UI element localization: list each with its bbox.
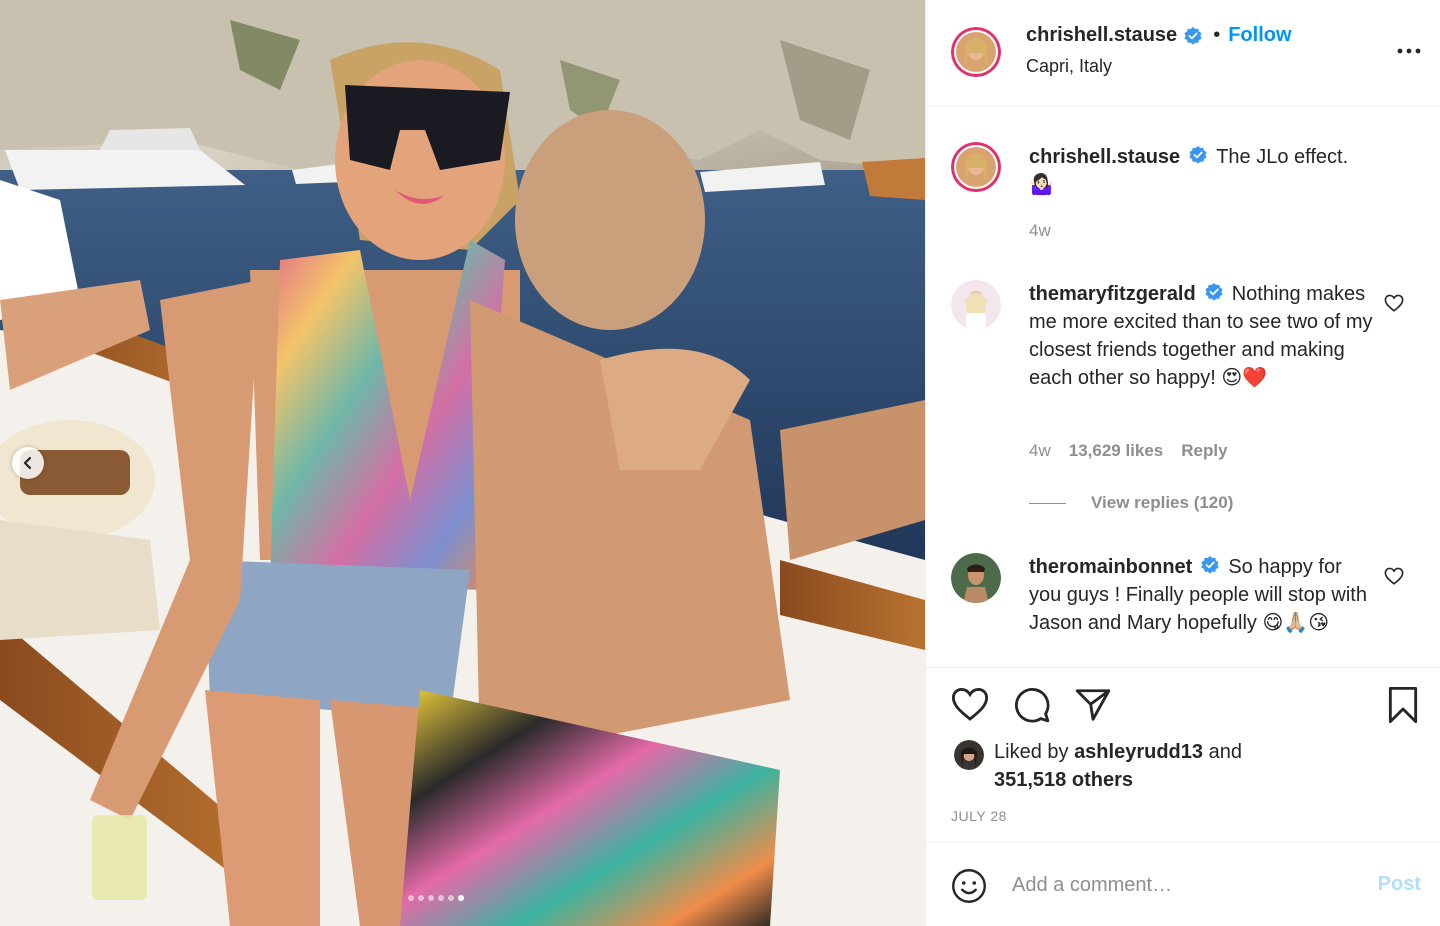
- caption-text: The JLo effect.: [1216, 146, 1349, 168]
- post-header: chrishell.stause • Follow Capri, Italy: [926, 0, 1440, 107]
- share-button[interactable]: [1074, 686, 1112, 729]
- comment-1-likes[interactable]: 13,629 likes: [1069, 441, 1164, 461]
- comment-1-reply-button[interactable]: Reply: [1181, 441, 1227, 461]
- author-avatar[interactable]: [951, 27, 1001, 77]
- comment-1-meta: 4w 13,629 likes Reply: [1029, 441, 1228, 461]
- liked-by: Liked by ashleyrudd13 and 351,518 others: [994, 738, 1242, 794]
- comment-2: theromainbonnet So happy for you guys ! F…: [1029, 553, 1374, 637]
- liked-by-avatar[interactable]: [954, 740, 984, 770]
- comment-2-username[interactable]: theromainbonnet: [1029, 556, 1192, 578]
- separator-dot: •: [1213, 24, 1221, 46]
- comment-button[interactable]: [1013, 686, 1051, 729]
- carousel-indicator: [408, 895, 464, 901]
- comments-list[interactable]: chrishell.stause The JLo effect. 🤷🏻‍♀️ 4w…: [926, 108, 1440, 667]
- verified-badge-icon: [1189, 146, 1207, 164]
- like-button[interactable]: [951, 686, 989, 727]
- caption-time[interactable]: 4w: [1029, 221, 1051, 241]
- comment-1-time[interactable]: 4w: [1029, 441, 1051, 461]
- carousel-dot: [428, 895, 434, 901]
- caption-emoji: 🤷🏻‍♀️: [1029, 174, 1054, 196]
- commenter-avatar[interactable]: [951, 553, 1001, 603]
- verified-badge-icon: [1205, 283, 1223, 301]
- chevron-left-icon: [23, 456, 32, 470]
- more-options-button[interactable]: [1397, 42, 1421, 60]
- carousel-dot: [438, 895, 444, 901]
- heart-icon: [951, 688, 989, 721]
- author-username[interactable]: chrishell.stause: [1026, 24, 1177, 47]
- carousel-prev-button[interactable]: [12, 447, 44, 479]
- post-actions: Liked by ashleyrudd13 and 351,518 others…: [926, 667, 1440, 842]
- post-comment-button[interactable]: Post: [1378, 873, 1421, 896]
- comment-bubble-icon: [1015, 688, 1050, 723]
- carousel-dot: [448, 895, 454, 901]
- carousel-dot: [458, 895, 464, 901]
- view-replies-button[interactable]: View replies (120): [1029, 493, 1233, 513]
- post-sidebar: chrishell.stause • Follow Capri, Italy c…: [925, 0, 1440, 926]
- post-location[interactable]: Capri, Italy: [1026, 56, 1112, 77]
- bookmark-icon: [1388, 686, 1418, 724]
- comment-1-like-button[interactable]: [1384, 294, 1404, 317]
- view-replies-label: View replies (120): [1091, 493, 1234, 512]
- paper-plane-icon: [1075, 689, 1111, 721]
- verified-badge-icon: [1201, 556, 1219, 574]
- liked-by-prefix: Liked by: [994, 741, 1069, 763]
- smiley-icon: [952, 869, 986, 903]
- caption-meta: 4w: [1029, 221, 1051, 241]
- verified-badge-icon: [1184, 26, 1202, 45]
- follow-button[interactable]: Follow: [1228, 24, 1291, 47]
- add-comment-form: Post: [926, 842, 1440, 926]
- liked-by-conjunction: and: [1208, 741, 1242, 763]
- caption-avatar[interactable]: [951, 142, 1001, 192]
- carousel-dot: [408, 895, 414, 901]
- comment-1: themaryfitzgerald Nothing makes me more e…: [1029, 280, 1374, 392]
- emoji-button[interactable]: [951, 868, 987, 909]
- caption-username[interactable]: chrishell.stause: [1029, 146, 1180, 168]
- comment-input[interactable]: [1012, 868, 1342, 902]
- heart-icon: [1384, 294, 1404, 312]
- heart-icon: [1384, 567, 1404, 585]
- replies-divider: [1029, 502, 1066, 504]
- liked-by-others[interactable]: 351,518 others: [994, 769, 1133, 791]
- comment-1-username[interactable]: themaryfitzgerald: [1029, 283, 1196, 305]
- post-date[interactable]: JULY 28: [951, 808, 1007, 824]
- save-button[interactable]: [1386, 686, 1420, 729]
- comment-2-like-button[interactable]: [1384, 567, 1404, 590]
- caption: chrishell.stause The JLo effect. 🤷🏻‍♀️: [1029, 143, 1374, 199]
- more-options-icon: [1397, 48, 1421, 54]
- carousel-dot: [418, 895, 424, 901]
- photo-image: [0, 0, 925, 926]
- post-photo[interactable]: [0, 0, 925, 926]
- commenter-avatar[interactable]: [951, 280, 1001, 330]
- liked-by-user[interactable]: ashleyrudd13: [1074, 741, 1203, 763]
